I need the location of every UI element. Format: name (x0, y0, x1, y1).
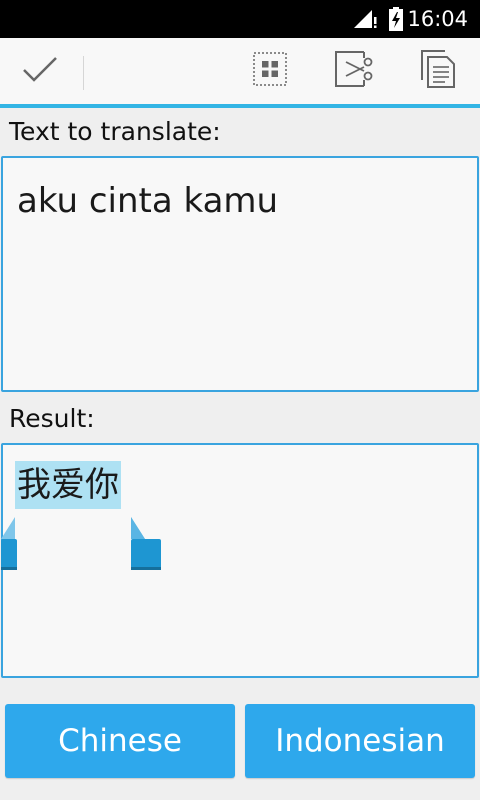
action-bar-divider (83, 56, 84, 90)
target-language-button[interactable]: Indonesian (245, 704, 475, 778)
result-label: Result: (9, 404, 95, 433)
cut-icon (334, 51, 374, 91)
checkmark-icon (22, 55, 58, 87)
signal-icon (352, 9, 378, 33)
status-bar: 16:04 (0, 0, 480, 38)
text-to-translate-label: Text to translate: (9, 117, 221, 146)
input-text-value: aku cinta kamu (17, 181, 279, 221)
select-all-icon (253, 52, 287, 90)
select-all-button[interactable] (238, 38, 302, 104)
cut-button[interactable] (322, 38, 386, 104)
text-to-translate-input[interactable]: aku cinta kamu (1, 156, 479, 392)
copy-icon (421, 50, 455, 92)
battery-charging-icon (389, 7, 403, 35)
done-button[interactable] (8, 38, 72, 104)
selection-start-handle[interactable] (1, 517, 19, 575)
source-language-button[interactable]: Chinese (5, 704, 235, 778)
selection-end-handle[interactable] (129, 517, 163, 575)
result-text-selected[interactable]: 我爱你 (15, 461, 121, 509)
copy-button[interactable] (406, 38, 470, 104)
text-selection-action-bar (0, 38, 480, 108)
result-text-box[interactable]: 我爱你 (1, 443, 479, 678)
status-time: 16:04 (407, 7, 468, 31)
